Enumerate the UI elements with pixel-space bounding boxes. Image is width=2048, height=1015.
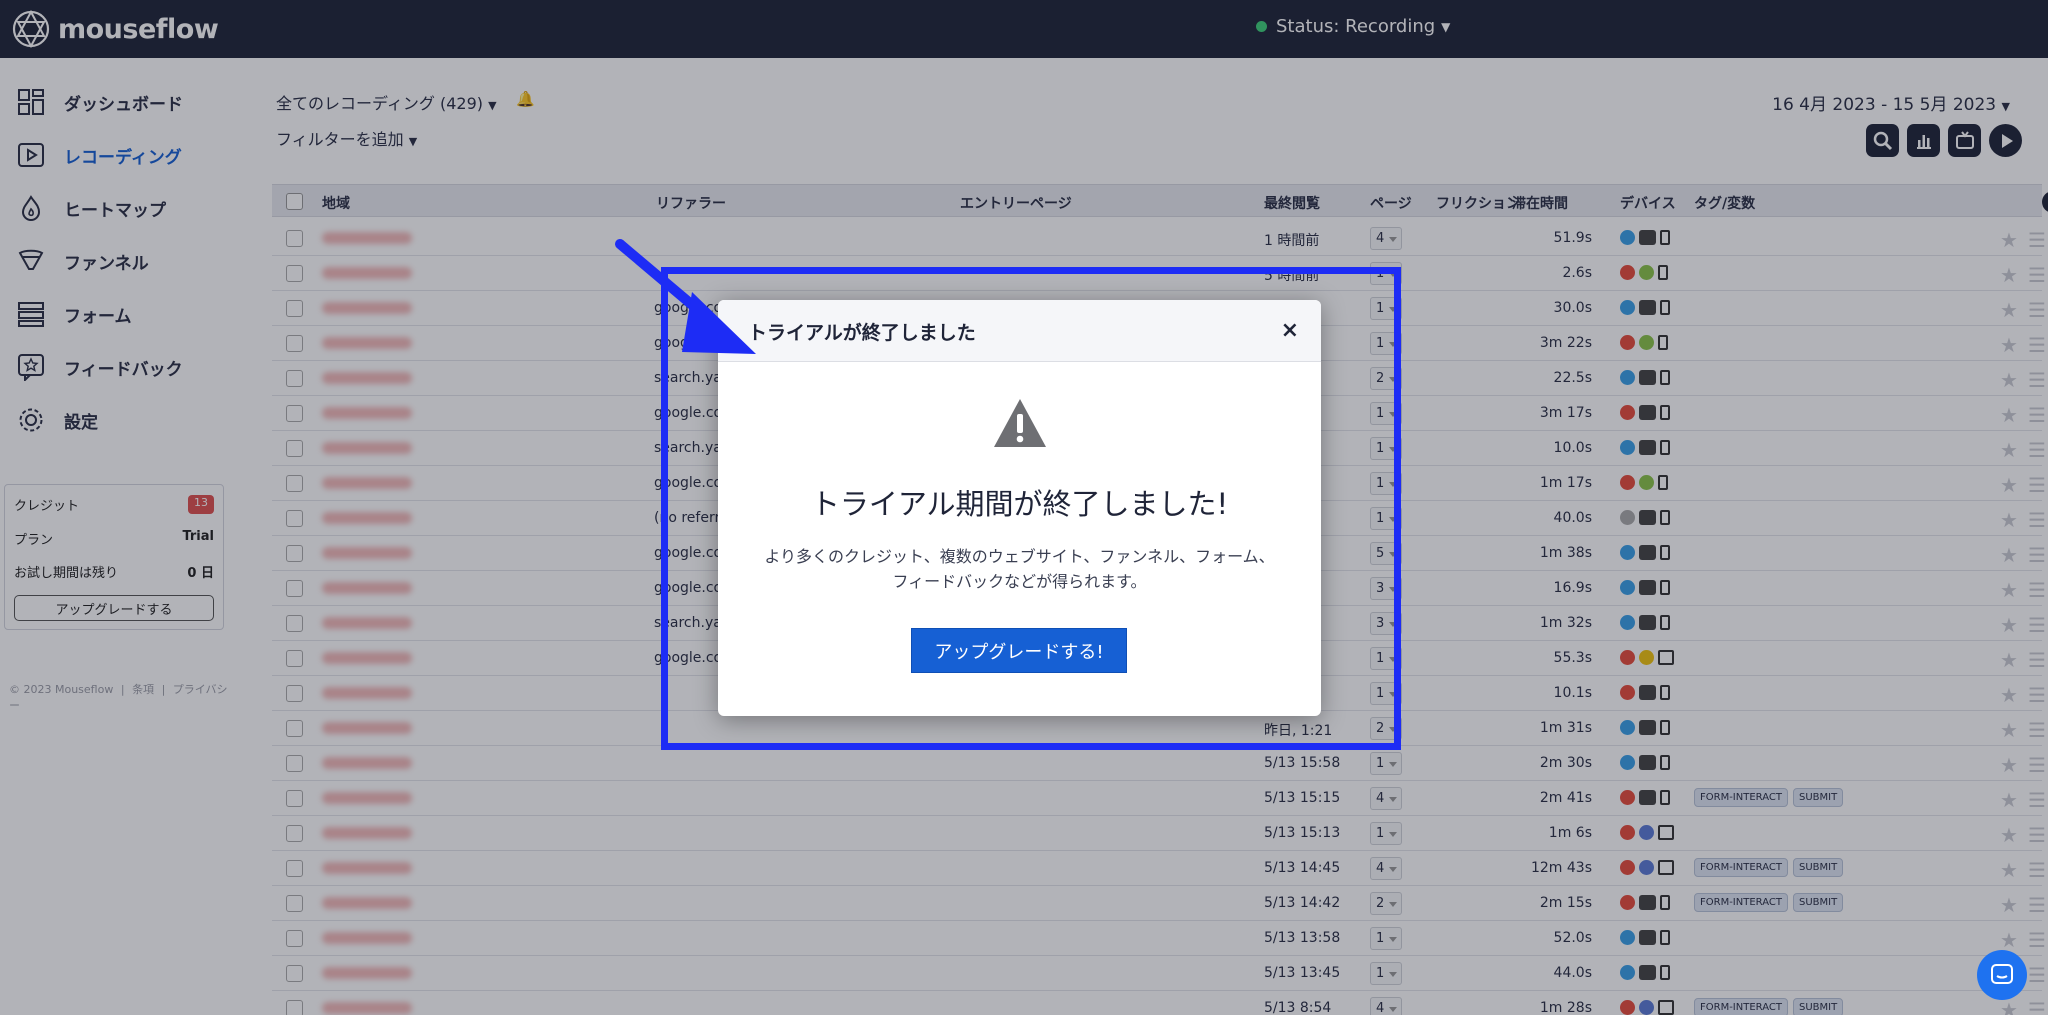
annotation-highlight-box: [661, 267, 1401, 750]
chat-widget-button[interactable]: [1977, 950, 2027, 1000]
annotation-arrow-icon: [615, 239, 756, 354]
chat-icon: [1991, 964, 2013, 984]
